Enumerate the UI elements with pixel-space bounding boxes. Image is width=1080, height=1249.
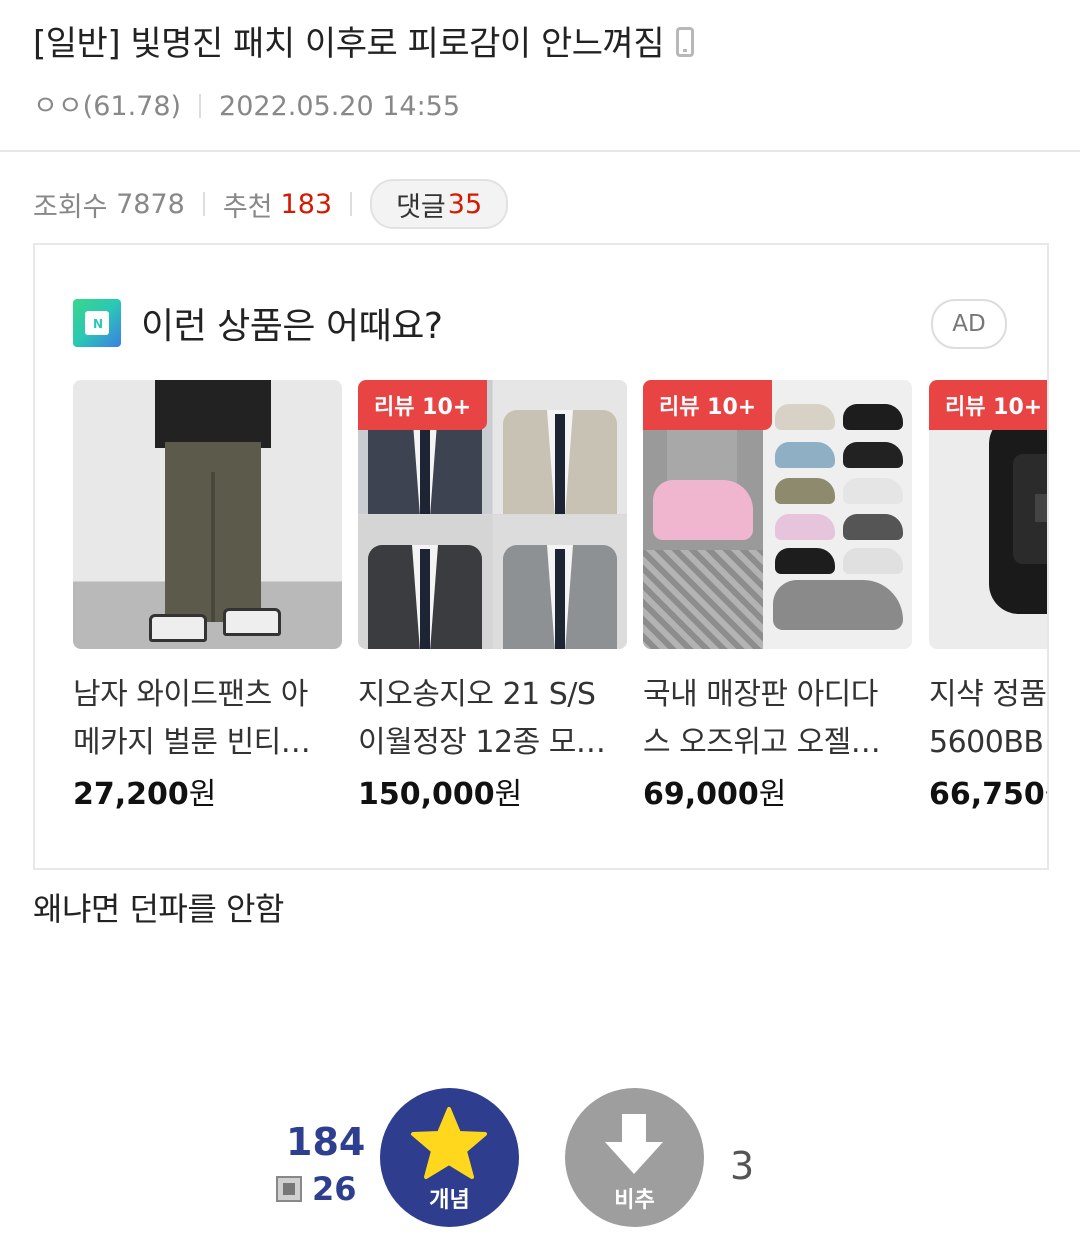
sneaker-shape [775,404,835,430]
pants-shape [165,442,261,622]
product-card[interactable]: 리뷰 10+ 지샥 정품 5600BB 66,750원 [929,380,1047,813]
product-image[interactable]: 리뷰 10+ [358,380,627,649]
post-date: 2022.05.20 14:55 [219,91,461,122]
comment-button[interactable]: 댓글 35 [370,179,509,229]
product-price: 150,000원 [358,769,627,813]
product-name-line: 국내 매장판 아디다 [643,677,878,712]
price-currency: 원 [494,777,523,812]
product-name-line: 이월정장 12종 모… [358,725,606,760]
recommend-label: 추천 [222,191,273,223]
product-name[interactable]: 지샥 정품 5600BB [929,671,1047,767]
sneaker-shape [843,478,903,504]
downvote-label: 비추 [614,1187,655,1212]
post-body: 왜냐면 던파를 안함 [33,890,284,928]
suit-tile [358,515,492,649]
review-badge: 리뷰 10+ [358,380,488,430]
product-image[interactable] [73,380,342,649]
suit-tile [493,380,627,514]
divider [350,192,353,216]
product-card[interactable]: 리뷰 10+ 국내 매장판 아디다 스 오즈위고 오젤… 69,000원 [643,380,912,813]
sneaker-shape [843,442,903,468]
sneaker-shape [843,514,903,540]
sneaker-shape [843,404,903,430]
views-label: 조회수 [33,191,108,223]
tie-shape [420,549,430,649]
product-name-line: 메카지 벌룬 빈티… [73,725,311,760]
shirt-shape [155,380,271,448]
price-value: 69,000 [643,777,759,812]
sneaker-shape [843,548,903,574]
sneaker-shape [775,478,835,504]
downvote-button[interactable]: 비추 [565,1088,704,1227]
product-name-line: 지샥 정품 [929,677,1047,712]
product-name[interactable]: 남자 와이드팬츠 아 메카지 벌룬 빈티… [73,671,342,767]
downvote-count: 3 [730,1144,755,1188]
fixed-count-row: 26 [276,1170,357,1208]
mobile-icon [676,27,695,57]
star-icon [411,1107,487,1179]
comment-count: 35 [447,188,483,220]
shoe-shape [223,608,281,636]
ad-header: 이런 상품은 어때요? [73,297,443,349]
price-currency: 원 [1045,777,1047,812]
shopping-logo-icon [73,299,121,347]
price-value: 150,000 [358,777,495,812]
upvote-label: 개념 [429,1187,470,1212]
upvote-button[interactable]: 개념 [380,1088,519,1227]
comment-label: 댓글 [396,191,446,223]
ad-title: 이런 상품은 어때요? [141,306,443,347]
watch-face-shape [1013,454,1047,564]
post-stats: 조회수 7878 추천 183 댓글 35 [33,179,509,229]
product-name-line: 스 오즈위고 오젤… [643,725,881,760]
shoe-shape [149,614,207,642]
product-name[interactable]: 국내 매장판 아디다 스 오즈위고 오젤… [643,671,912,767]
tie-shape [555,549,565,649]
price-value: 27,200 [73,777,189,812]
product-price: 66,750원 [929,769,1047,813]
stair-shape [643,550,763,649]
upvote-count: 184 [286,1120,366,1164]
vote-area: 184 26 개념 비추 3 [0,1080,1080,1249]
product-price: 27,200원 [73,769,342,813]
product-name-line: 남자 와이드팬츠 아 [73,677,308,712]
review-badge: 리뷰 10+ [929,380,1047,430]
tie-shape [555,414,565,514]
price-value: 66,750 [929,777,1045,812]
suit-tile [493,515,627,649]
sneaker-shape [775,548,835,574]
product-name[interactable]: 지오송지오 21 S/S 이월정장 12종 모… [358,671,627,767]
author-name[interactable]: ㅇㅇ(61.78) [33,91,181,122]
sneaker-shape [773,580,903,630]
price-currency: 원 [758,777,787,812]
review-badge: 리뷰 10+ [643,380,773,430]
product-price: 69,000원 [643,769,912,813]
divider [202,192,205,216]
product-name-line: 지오송지오 21 S/S [358,677,596,712]
arrow-down-icon [605,1114,663,1174]
fixed-user-icon [276,1176,302,1202]
product-image[interactable]: 리뷰 10+ [929,380,1047,649]
product-name-line: 5600BB [929,725,1044,760]
watch-shape [989,414,1047,614]
divider [199,94,202,118]
product-card[interactable]: 남자 와이드팬츠 아 메카지 벌룬 빈티… 27,200원 [73,380,342,813]
post-title: [일반] 빛명진 패치 이후로 피로감이 안느껴짐 [33,16,695,65]
sneaker-shape [775,442,835,468]
price-currency: 원 [188,777,217,812]
product-image[interactable]: 리뷰 10+ [643,380,912,649]
ad-badge[interactable]: AD [931,299,1007,349]
product-card[interactable]: 리뷰 10+ 지오송지오 21 S/S 이월정장 12종 모… 150,000원 [358,380,627,813]
post-header: [일반] 빛명진 패치 이후로 피로감이 안느껴짐 ㅇㅇ(61.78) 2022.… [0,0,1080,152]
post-meta: ㅇㅇ(61.78) 2022.05.20 14:55 [33,84,460,123]
views-count: 7878 [116,188,185,220]
sneaker-shape [775,514,835,540]
fixed-count: 26 [312,1170,357,1208]
post-title-text: [일반] 빛명진 패치 이후로 피로감이 안느껴짐 [33,24,665,64]
pink-sneaker-shape [653,480,753,540]
ad-panel: 이런 상품은 어때요? AD 남자 와이드팬츠 아 메카지 벌룬 빈티… 27,… [33,243,1049,870]
recommend-count: 183 [280,188,333,220]
